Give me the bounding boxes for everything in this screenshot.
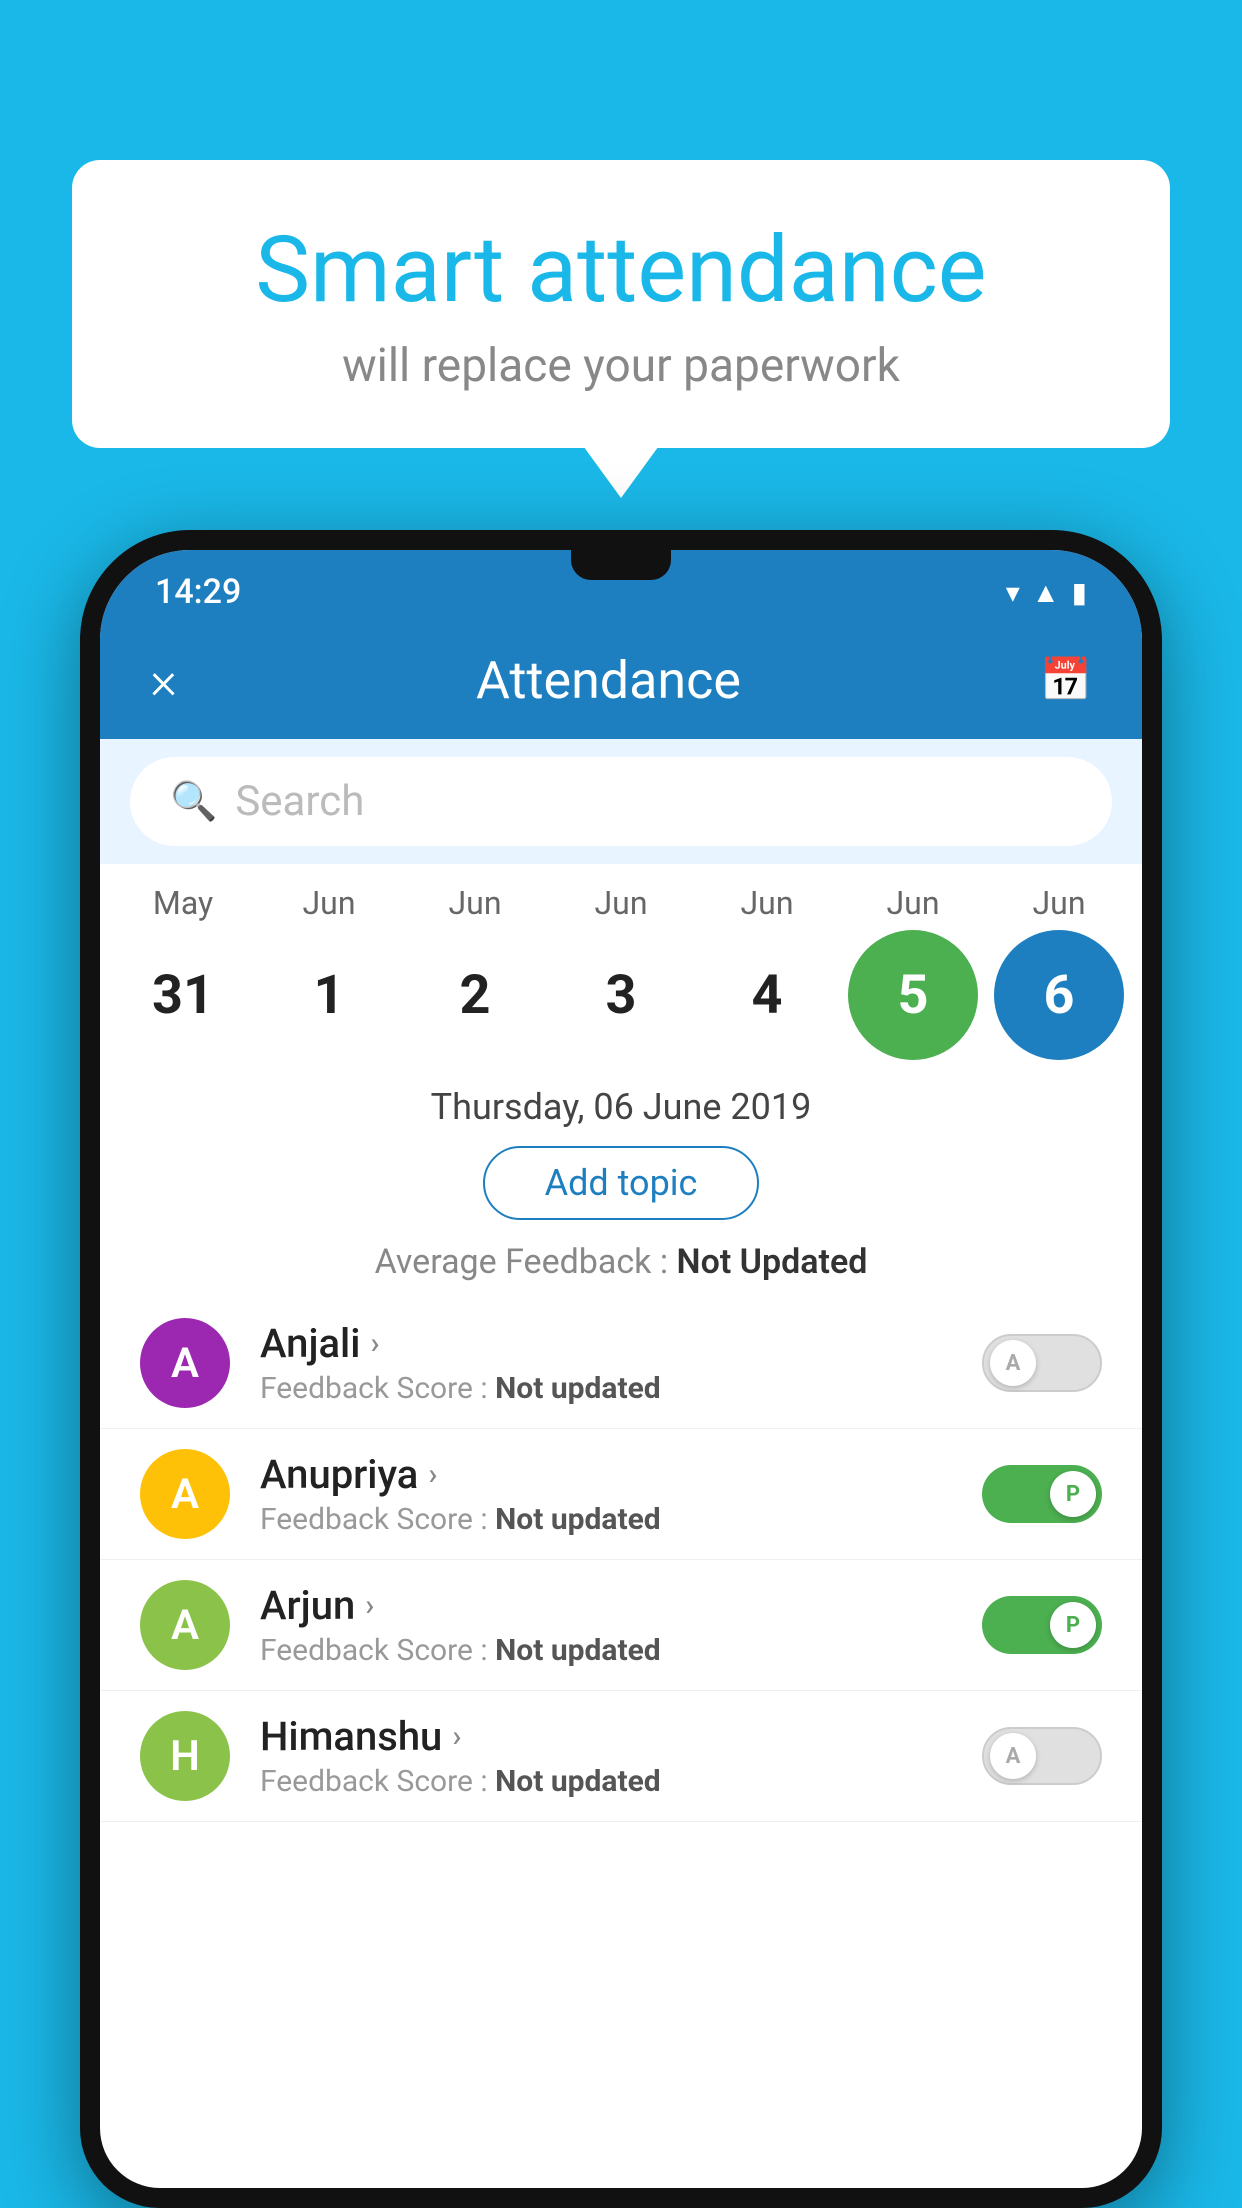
student-item-himanshu[interactable]: H Himanshu › Feedback Score : Not update… (100, 1691, 1142, 1822)
toggle-anupriya[interactable]: P (982, 1465, 1102, 1523)
cal-day-4[interactable]: 4 (702, 930, 832, 1060)
cal-day-5[interactable]: 5 (848, 930, 978, 1060)
student-item-arjun[interactable]: A Arjun › Feedback Score : Not updated P (100, 1560, 1142, 1691)
avg-feedback-value: Not Updated (677, 1242, 868, 1282)
add-topic-container: Add topic (100, 1138, 1142, 1236)
avg-feedback: Average Feedback : Not Updated (100, 1236, 1142, 1298)
calendar-icon[interactable]: 📅 (1040, 656, 1092, 705)
cal-month-0: May (118, 884, 248, 922)
chevron-icon-arjun: › (365, 1588, 374, 1623)
battery-icon: ▮ (1072, 576, 1087, 609)
feedback-anjali: Feedback Score : Not updated (260, 1371, 952, 1406)
avatar-arjun: A (140, 1580, 230, 1670)
toggle-knob-himanshu: A (990, 1733, 1036, 1779)
chevron-icon-anupriya: › (428, 1457, 437, 1492)
toggle-knob-anupriya: P (1050, 1471, 1096, 1517)
calendar-months-row: May Jun Jun Jun Jun Jun Jun (110, 884, 1132, 922)
student-info-anupriya: Anupriya › Feedback Score : Not updated (260, 1451, 952, 1537)
attendance-toggle-arjun[interactable]: P (982, 1596, 1102, 1654)
close-button[interactable]: × (150, 650, 177, 711)
phone-notch (571, 550, 671, 580)
calendar-strip: May Jun Jun Jun Jun Jun Jun 31 1 2 3 4 5… (100, 864, 1142, 1070)
bubble-title: Smart attendance (132, 220, 1110, 321)
student-info-anjali: Anjali › Feedback Score : Not updated (260, 1320, 952, 1406)
toggle-knob-arjun: P (1050, 1602, 1096, 1648)
student-name-arjun: Arjun › (260, 1582, 952, 1629)
chevron-icon-anjali: › (370, 1326, 379, 1361)
calendar-days-row: 31 1 2 3 4 5 6 (110, 930, 1132, 1060)
cal-day-3[interactable]: 3 (556, 930, 686, 1060)
toggle-himanshu[interactable]: A (982, 1727, 1102, 1785)
search-icon: 🔍 (170, 780, 217, 824)
cal-month-5: Jun (848, 884, 978, 922)
search-bar[interactable]: 🔍 Search (130, 757, 1112, 846)
signal-icon: ▲ (1032, 576, 1060, 609)
student-item-anupriya[interactable]: A Anupriya › Feedback Score : Not update… (100, 1429, 1142, 1560)
toggle-knob-anjali: A (990, 1340, 1036, 1386)
search-bar-container: 🔍 Search (100, 739, 1142, 864)
date-label: Thursday, 06 June 2019 (100, 1070, 1142, 1138)
student-info-arjun: Arjun › Feedback Score : Not updated (260, 1582, 952, 1668)
bubble-subtitle: will replace your paperwork (132, 339, 1110, 393)
cal-month-1: Jun (264, 884, 394, 922)
attendance-toggle-anupriya[interactable]: P (982, 1465, 1102, 1523)
speech-bubble: Smart attendance will replace your paper… (72, 160, 1170, 448)
cal-month-6: Jun (994, 884, 1124, 922)
cal-day-6[interactable]: 6 (994, 930, 1124, 1060)
cal-day-1[interactable]: 1 (264, 930, 394, 1060)
cal-day-2[interactable]: 2 (410, 930, 540, 1060)
student-info-himanshu: Himanshu › Feedback Score : Not updated (260, 1713, 952, 1799)
cal-month-4: Jun (702, 884, 832, 922)
attendance-toggle-himanshu[interactable]: A (982, 1727, 1102, 1785)
avatar-himanshu: H (140, 1711, 230, 1801)
feedback-arjun: Feedback Score : Not updated (260, 1633, 952, 1668)
student-item-anjali[interactable]: A Anjali › Feedback Score : Not updated … (100, 1298, 1142, 1429)
student-name-anupriya: Anupriya › (260, 1451, 952, 1498)
toggle-arjun[interactable]: P (982, 1596, 1102, 1654)
avatar-anjali: A (140, 1318, 230, 1408)
attendance-toggle-anjali[interactable]: A (982, 1334, 1102, 1392)
search-input[interactable]: Search (235, 777, 364, 826)
chevron-icon-himanshu: › (452, 1719, 461, 1754)
feedback-himanshu: Feedback Score : Not updated (260, 1764, 952, 1799)
phone-screen: 14:29 ▾ ▲ ▮ × Attendance 📅 🔍 Search May … (100, 550, 1142, 2188)
student-list: A Anjali › Feedback Score : Not updated … (100, 1298, 1142, 2188)
cal-day-0[interactable]: 31 (118, 930, 248, 1060)
cal-month-2: Jun (410, 884, 540, 922)
toggle-anjali[interactable]: A (982, 1334, 1102, 1392)
add-topic-button[interactable]: Add topic (483, 1146, 760, 1220)
avatar-anupriya: A (140, 1449, 230, 1539)
phone-frame: 14:29 ▾ ▲ ▮ × Attendance 📅 🔍 Search May … (80, 530, 1162, 2208)
status-time: 14:29 (155, 572, 241, 612)
header-title: Attendance (476, 650, 741, 711)
status-icons: ▾ ▲ ▮ (1006, 576, 1087, 609)
wifi-icon: ▾ (1006, 576, 1020, 609)
cal-month-3: Jun (556, 884, 686, 922)
avg-feedback-label: Average Feedback : (375, 1242, 669, 1282)
feedback-anupriya: Feedback Score : Not updated (260, 1502, 952, 1537)
app-header: × Attendance 📅 (100, 622, 1142, 739)
student-name-anjali: Anjali › (260, 1320, 952, 1367)
student-name-himanshu: Himanshu › (260, 1713, 952, 1760)
